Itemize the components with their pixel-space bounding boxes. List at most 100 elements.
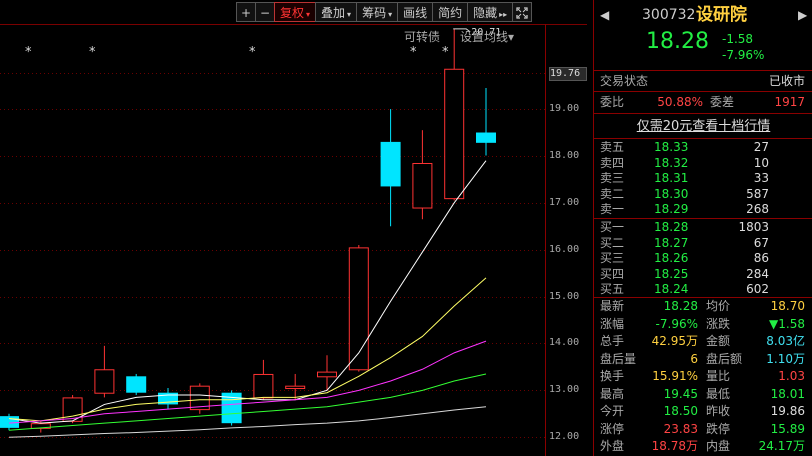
- stat-value: ▼1.58: [769, 316, 805, 331]
- chevron-down-icon: ▾: [306, 10, 311, 19]
- hide-label: 隐藏: [473, 6, 498, 20]
- candle-body-down: [476, 132, 496, 143]
- collapse-left-icon[interactable]: ◀: [600, 4, 609, 26]
- y-axis-tick: 12.00: [549, 431, 580, 443]
- expand-right-icon[interactable]: ▶: [798, 4, 807, 26]
- book-volume: 1803: [738, 220, 769, 234]
- ask-row[interactable]: 卖四 18.32 10: [594, 155, 812, 171]
- book-level-label: 买一: [600, 220, 625, 234]
- y-axis-tick: 15.00: [549, 290, 580, 302]
- book-level-label: 买五: [600, 282, 625, 296]
- stock-code: 300732: [642, 7, 696, 23]
- book-level-label: 买二: [600, 235, 625, 250]
- bid-row[interactable]: 买五 18.24 602: [594, 281, 812, 297]
- book-price: 18.32: [654, 155, 689, 170]
- divider: [594, 113, 812, 114]
- book-level-label: 卖五: [600, 140, 625, 154]
- book-volume: 268: [746, 202, 769, 216]
- bid-row[interactable]: 买四 18.25 284: [594, 266, 812, 282]
- level2-upsell-text[interactable]: 仅需20元查看十档行情: [637, 119, 771, 134]
- stat-label: 涨停: [600, 421, 625, 436]
- draw-line-button[interactable]: 画线: [397, 2, 434, 22]
- event-marker-star[interactable]: *: [25, 46, 32, 59]
- stat-label: 总手: [600, 334, 625, 348]
- event-marker-star[interactable]: *: [89, 46, 96, 59]
- stat-label: 换手: [600, 369, 625, 383]
- chart-canvas[interactable]: 20.71: [0, 0, 587, 456]
- stats-row: 总手 42.95万 金额 8.03亿: [594, 333, 812, 349]
- fuquan-dropdown[interactable]: 复权 ▾: [274, 2, 317, 22]
- stat-label: 最新: [600, 299, 625, 313]
- last-price: 18.28: [646, 29, 709, 54]
- ma-settings-link[interactable]: 设置均线▾: [460, 28, 514, 45]
- y-axis-tick: 13.00: [549, 384, 580, 396]
- book-level-label: 卖二: [600, 186, 625, 201]
- stat-label: 跌停: [706, 421, 731, 436]
- candle-body-up: [285, 385, 306, 390]
- stat-label: 涨幅: [600, 316, 625, 331]
- stat-label: 外盘: [600, 439, 625, 453]
- book-volume: 284: [746, 266, 769, 281]
- simple-mode-button[interactable]: 简约: [432, 2, 469, 22]
- event-marker-star[interactable]: *: [410, 46, 417, 59]
- book-price: 18.29: [654, 202, 689, 216]
- stat-label: 金额: [706, 334, 731, 348]
- stat-label: 均价: [706, 299, 731, 313]
- event-marker-star[interactable]: *: [442, 46, 449, 59]
- bid-row[interactable]: 买三 18.26 86: [594, 250, 812, 266]
- candle-body-up: [444, 68, 465, 200]
- ask-row[interactable]: 卖五 18.33 27: [594, 139, 812, 155]
- ask-row[interactable]: 卖三 18.31 33: [594, 170, 812, 186]
- ask-row[interactable]: 卖二 18.30 587: [594, 186, 812, 202]
- price-change-pct: -7.96%: [722, 48, 765, 62]
- stat-value: 1.03: [778, 369, 805, 383]
- convertible-bond-link[interactable]: 可转债: [404, 28, 440, 45]
- book-volume: 86: [753, 251, 769, 265]
- stat-label: 盘后量: [600, 351, 637, 366]
- stat-value: 18.70: [770, 299, 805, 313]
- double-arrow-right-icon: ▸▸: [499, 10, 508, 19]
- stat-label: 最低: [706, 386, 731, 401]
- divider: [594, 70, 812, 71]
- chips-button[interactable]: 筹码 ▾: [356, 2, 399, 22]
- book-level-label: 卖一: [600, 202, 625, 216]
- stat-value: 18.78万: [651, 439, 698, 453]
- stat-label: 最高: [600, 386, 625, 401]
- ask-row[interactable]: 卖一 18.29 268: [594, 201, 812, 217]
- stat-label: 今开: [600, 404, 625, 418]
- fullscreen-button[interactable]: [512, 2, 533, 22]
- candle-body-up: [253, 373, 274, 399]
- y-axis-tick: 16.00: [549, 243, 580, 255]
- bid-row[interactable]: 买二 18.27 67: [594, 235, 812, 251]
- stat-value: 18.28: [663, 299, 698, 313]
- stat-value: -7.96%: [655, 316, 698, 331]
- zoom-out-button[interactable]: −: [255, 2, 275, 22]
- fullscreen-icon: [516, 7, 528, 19]
- book-level-label: 买四: [600, 266, 625, 281]
- book-level-label: 卖四: [600, 155, 625, 170]
- level2-upsell-link[interactable]: 仅需20元查看十档行情: [594, 118, 812, 134]
- candle-body-up: [317, 371, 337, 378]
- stock-name: 设研院: [696, 5, 747, 25]
- overlay-dropdown[interactable]: 叠加 ▾: [315, 2, 358, 22]
- weicha-value: 1917: [774, 95, 805, 109]
- event-marker-star[interactable]: *: [249, 46, 256, 59]
- stat-value: 6: [690, 351, 698, 366]
- hide-button[interactable]: 隐藏 ▸▸: [467, 2, 514, 22]
- stat-value: 8.03亿: [766, 334, 805, 348]
- candle-body-down: [126, 376, 147, 393]
- stats-row: 换手 15.91% 量比 1.03: [594, 368, 812, 384]
- candle-body-down: [380, 141, 401, 187]
- stats-row: 涨停 23.83 跌停 15.89: [594, 421, 812, 437]
- zoom-in-button[interactable]: +: [236, 2, 256, 22]
- bid-row[interactable]: 买一 18.28 1803: [594, 219, 812, 235]
- book-level-label: 买三: [600, 251, 625, 265]
- stat-value: 19.45: [663, 386, 698, 401]
- book-volume: 587: [746, 186, 769, 201]
- price-change: -1.58: [722, 32, 754, 46]
- trade-status-row: 交易状态 已收市: [594, 73, 812, 89]
- divider: [594, 91, 812, 92]
- weibi-label: 委比: [600, 95, 625, 109]
- stats-row: 涨幅 -7.96% 涨跌 ▼1.58: [594, 316, 812, 332]
- candlestick-chart[interactable]: 20.71 + − 复权 ▾ 叠加 ▾ 筹码 ▾ 画线 简约 隐藏 ▸▸ 可转债 设置均…: [0, 0, 587, 456]
